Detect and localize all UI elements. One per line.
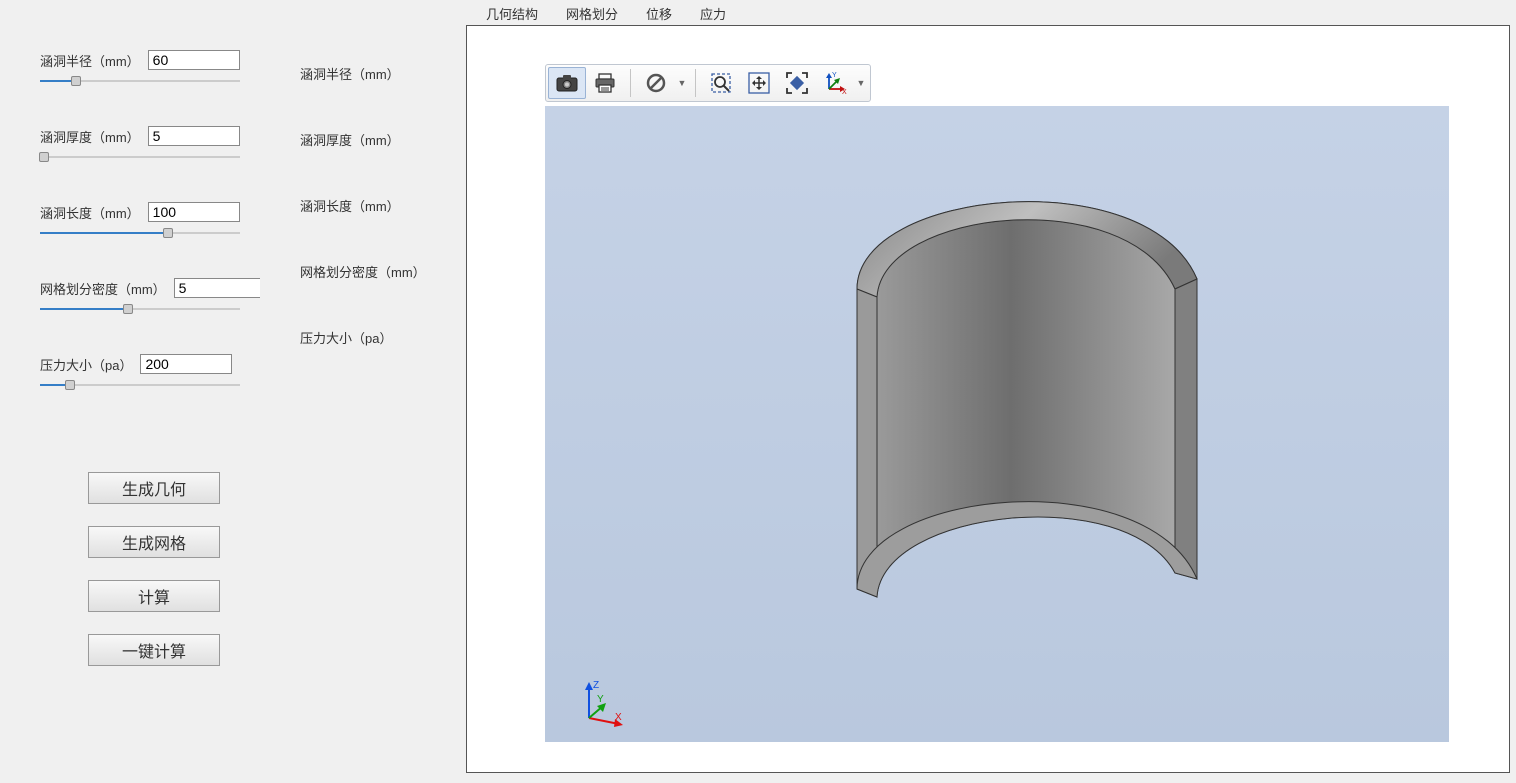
generate-geometry-button[interactable]: 生成几何 xyxy=(88,472,220,504)
param-mesh: 网格划分密度（mm） xyxy=(40,278,250,316)
print-icon[interactable] xyxy=(586,67,624,99)
axis-triad-icon: Z X Y xyxy=(575,678,625,728)
axis-orient-dropdown-icon[interactable]: ▼ xyxy=(854,78,868,88)
tab-mesh[interactable]: 网格划分 xyxy=(564,4,620,23)
compute-button[interactable]: 计算 xyxy=(88,580,220,612)
label-radius: 涵洞半径（mm） xyxy=(40,51,140,70)
tab-displacement[interactable]: 位移 xyxy=(644,4,674,23)
parameters-panel: 涵洞半径（mm） 涵洞厚度（mm） 涵洞长度（mm） xyxy=(0,0,260,783)
param-pressure: 压力大小（pa） xyxy=(40,354,250,392)
param-length: 涵洞长度（mm） xyxy=(40,202,250,240)
slider-pressure[interactable] xyxy=(40,378,240,392)
readout-length: 涵洞长度（mm） xyxy=(300,192,450,258)
label-thickness: 涵洞厚度（mm） xyxy=(40,127,140,146)
input-thickness[interactable] xyxy=(148,126,240,146)
input-pressure[interactable] xyxy=(140,354,232,374)
tab-bar: 几何结构 网格划分 位移 应力 xyxy=(466,0,1510,25)
viewer-toolbar: ▼ Y X xyxy=(545,64,871,102)
readout-pressure: 压力大小（pa） xyxy=(300,324,450,390)
axis-orient-icon[interactable]: Y X xyxy=(816,67,854,99)
viewport-3d[interactable]: Z X Y xyxy=(545,106,1449,742)
generate-mesh-button[interactable]: 生成网格 xyxy=(88,526,220,558)
param-thickness: 涵洞厚度（mm） xyxy=(40,126,250,164)
readout-mesh: 网格划分密度（mm） xyxy=(300,258,450,324)
readout-thickness: 涵洞厚度（mm） xyxy=(300,126,450,192)
fit-icon[interactable] xyxy=(778,67,816,99)
one-click-compute-button[interactable]: 一键计算 xyxy=(88,634,220,666)
zoom-box-icon[interactable] xyxy=(702,67,740,99)
slider-mesh[interactable] xyxy=(40,302,240,316)
axis-z-label: Z xyxy=(593,680,599,691)
readouts-panel: 涵洞半径（mm） 涵洞厚度（mm） 涵洞长度（mm） 网格划分密度（mm） 压力… xyxy=(260,0,460,783)
tab-geometry[interactable]: 几何结构 xyxy=(484,4,540,23)
input-length[interactable] xyxy=(148,202,240,222)
axis-x-label: X xyxy=(615,712,622,723)
slider-thickness[interactable] xyxy=(40,150,240,164)
readout-radius: 涵洞半径（mm） xyxy=(300,60,450,126)
param-radius: 涵洞半径（mm） xyxy=(40,50,250,88)
nobounds-dropdown-icon[interactable]: ▼ xyxy=(675,78,689,88)
camera-icon[interactable] xyxy=(548,67,586,99)
input-radius[interactable] xyxy=(148,50,240,70)
axis-y-label: Y xyxy=(597,694,604,705)
pan-icon[interactable] xyxy=(740,67,778,99)
viewer-panel: 几何结构 网格划分 位移 应力 ▼ xyxy=(460,0,1516,783)
label-length: 涵洞长度（mm） xyxy=(40,203,140,222)
label-pressure: 压力大小（pa） xyxy=(40,355,132,374)
slider-length[interactable] xyxy=(40,226,240,240)
svg-text:X: X xyxy=(842,89,847,95)
model-half-pipe xyxy=(757,149,1237,699)
slider-radius[interactable] xyxy=(40,74,240,88)
input-mesh[interactable] xyxy=(174,278,266,298)
svg-text:Y: Y xyxy=(832,72,837,79)
label-mesh: 网格划分密度（mm） xyxy=(40,279,166,298)
viewer-frame: ▼ Y X xyxy=(466,25,1510,773)
nobounds-icon[interactable] xyxy=(637,67,675,99)
tab-stress[interactable]: 应力 xyxy=(698,4,728,23)
